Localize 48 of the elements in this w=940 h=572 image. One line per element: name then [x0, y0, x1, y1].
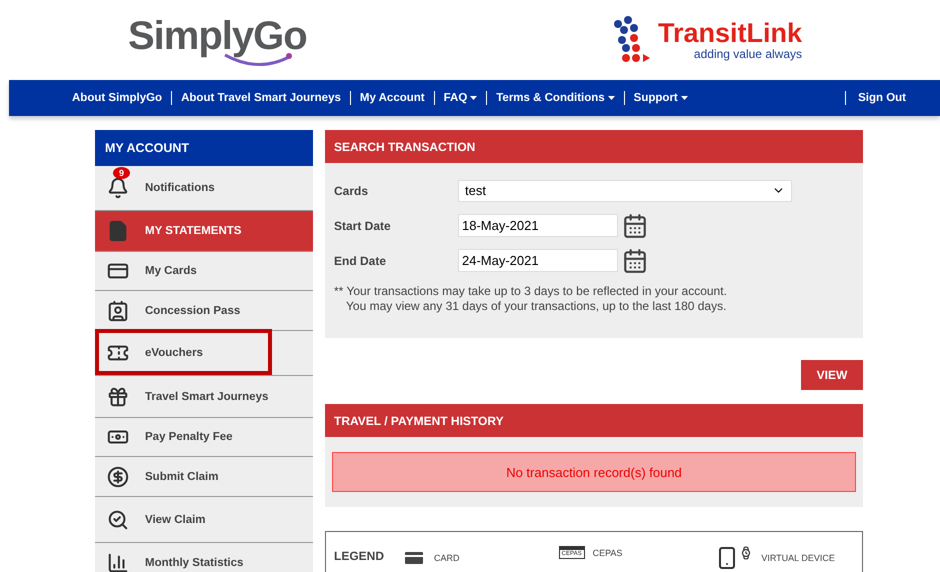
field-label: End Date	[334, 254, 388, 268]
tagline: adding value always	[694, 46, 802, 60]
field-label: Start Date	[334, 218, 392, 232]
note-text: ** Your transactions may take up to 3 days to be reflected in your account.	[334, 284, 728, 299]
dollar-icon	[107, 466, 129, 488]
sidebar-item[interactable]: 9 Notifications	[95, 166, 313, 211]
sidebar-item[interactable]: Pay Penalty Fee	[95, 418, 313, 457]
simplygo-logo: SimplyGo	[128, 14, 307, 66]
date-field[interactable]: 18-May-2021	[458, 214, 618, 237]
sidebar-item[interactable]: MY STATEMENTS	[95, 211, 313, 252]
legend-label: CEPAS	[592, 548, 622, 558]
sidebar-item[interactable]: Monthly Statistics	[95, 543, 313, 572]
panel-title: SEARCH TRANSACTION	[325, 130, 863, 163]
sidebar-item[interactable]: View Claim	[95, 497, 313, 543]
bell-icon	[107, 177, 129, 199]
sidebar-item[interactable]: Submit Claim	[95, 457, 313, 497]
nav-link[interactable]: Support	[624, 92, 697, 104]
empty-message: No transaction record(s) found	[332, 452, 856, 492]
date-field[interactable]: 24-May-2021	[458, 249, 618, 272]
legend-title: LEGEND	[334, 549, 384, 563]
nav-link[interactable]: About SimplyGo	[63, 92, 172, 104]
dots-logo-icon	[612, 16, 652, 64]
sign-out-link[interactable]: Sign Out	[846, 92, 915, 104]
panel-title: TRAVEL / PAYMENT HISTORY	[325, 404, 863, 437]
notification-badge: 9	[113, 167, 130, 179]
sidebar-item[interactable]: Concession Pass	[95, 291, 313, 331]
legend-label: CARD	[434, 553, 460, 563]
calendar-icon[interactable]	[622, 248, 648, 274]
note-text: You may view any 31 days of your transactions, up to the last 180 days.	[345, 299, 728, 314]
sidebar-title: MY ACCOUNT	[95, 130, 313, 166]
cards-select[interactable]: test	[458, 180, 792, 202]
nav-link[interactable]: My Account	[350, 92, 434, 104]
bar-chart-icon	[107, 552, 129, 572]
field-label: Cards	[334, 184, 370, 198]
transitlink-logo: TransitLink	[658, 20, 802, 46]
document-icon	[107, 220, 129, 242]
sidebar-item[interactable]: Travel Smart Journeys	[95, 376, 313, 418]
sidebar-item[interactable]: My Cards	[95, 252, 313, 291]
nav-link[interactable]: FAQ	[434, 92, 486, 104]
sidebar-item[interactable]: eVouchers	[95, 331, 313, 376]
nav-link[interactable]: Terms & Conditions	[487, 92, 624, 104]
magnifier-icon	[107, 508, 129, 530]
id-card-icon	[107, 300, 129, 322]
legend-label: VIRTUAL DEVICE	[761, 553, 835, 563]
nav-link[interactable]: About Travel Smart Journeys	[172, 92, 350, 104]
view-button[interactable]: VIEW	[801, 360, 863, 390]
gift-icon	[107, 386, 129, 408]
calendar-icon[interactable]	[622, 212, 648, 238]
